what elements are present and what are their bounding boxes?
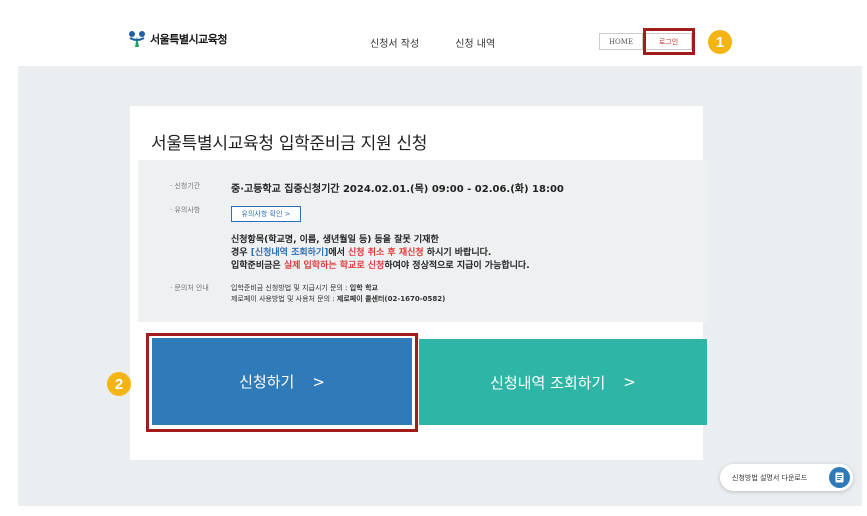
notice-line-2-part: 하시기 바랍니다. — [423, 248, 492, 258]
site-header: 서울특별시교육청 신청서 작성 신청 내역 HOME 로그인 — [0, 0, 867, 66]
notice-line-1: 신청항목(학교명, 이름, 생년월일 등) 등을 잘못 기재한 — [231, 235, 439, 245]
step-badge-2: 2 — [107, 372, 131, 396]
download-label: 신청방법 설명서 다운로드 — [732, 473, 808, 482]
query-button-label: 신청내역 조회하기 — [490, 373, 606, 392]
notice-highlight-school: 실제 입학하는 학교로 신청 — [283, 261, 385, 271]
main-nav: 신청서 작성 신청 내역 — [370, 35, 495, 50]
contact-line-2-part: 제로페이 사용방법 및 사용처 문의 : — [231, 295, 337, 303]
notice-line-3-part: 입학준비금은 — [231, 261, 284, 271]
notice-highlight-cancel: 신청 취소 후 재신청 — [348, 248, 424, 258]
contact-line-2-value: 제로페이 콜센터(02-1670-0582) — [336, 295, 446, 303]
notice-line-2-part: 경우 — [231, 248, 251, 258]
contact-line-1-part: 입학준비금 신청방법 및 지급시기 문의 : — [231, 284, 350, 292]
notice-label: · 유의사항 — [170, 206, 201, 214]
login-highlight-box — [643, 28, 695, 55]
period-label: · 신청기간 — [170, 182, 201, 190]
contact-line-2: 제로페이 사용방법 및 사용처 문의 : 제로페이 콜센터(02-1670-05… — [231, 294, 445, 304]
logo[interactable]: 서울특별시교육청 — [128, 30, 227, 48]
page-title: 서울특별시교육청 입학준비금 지원 신청 — [151, 134, 428, 154]
notice-line-2: 경우 [신청내역 조회하기]에서 신청 취소 후 재신청 하시기 바랍니다. — [231, 245, 491, 258]
notice-link-query: [신청내역 조회하기] — [250, 248, 329, 258]
nav-apply-history[interactable]: 신청 내역 — [455, 35, 495, 50]
chevron-right-icon: > — [623, 373, 636, 391]
contact-line-1: 입학준비금 신청방법 및 지급시기 문의 : 입학 학교 — [231, 283, 378, 293]
document-icon — [829, 467, 850, 488]
logo-icon — [129, 31, 145, 47]
nav-apply-form[interactable]: 신청서 작성 — [370, 35, 419, 50]
home-button[interactable]: HOME — [599, 33, 643, 50]
notice-confirm-button[interactable]: 유의사항 확인 > — [231, 206, 301, 222]
contact-label: · 문의처 안내 — [170, 284, 209, 292]
step-badge-1: 1 — [708, 30, 732, 54]
notice-line-3: 입학준비금은 실제 입학하는 학교로 신청하여야 정상적으로 지급이 가능합니다… — [231, 258, 530, 271]
query-history-button[interactable]: 신청내역 조회하기 > — [419, 339, 707, 425]
contact-line-1-value: 입학 학교 — [349, 284, 378, 292]
notice-line-2-part: 에서 — [328, 248, 349, 258]
notice-line-3-part: 하여야 정상적으로 지급이 가능합니다. — [384, 261, 530, 271]
period-text: 중·고등학교 집중신청기간 2024.02.01.(목) 09:00 - 02.… — [231, 184, 564, 195]
manual-download-button[interactable]: 신청방법 설명서 다운로드 — [720, 464, 853, 491]
logo-text: 서울특별시교육청 — [150, 33, 227, 46]
apply-highlight-box — [146, 333, 418, 432]
